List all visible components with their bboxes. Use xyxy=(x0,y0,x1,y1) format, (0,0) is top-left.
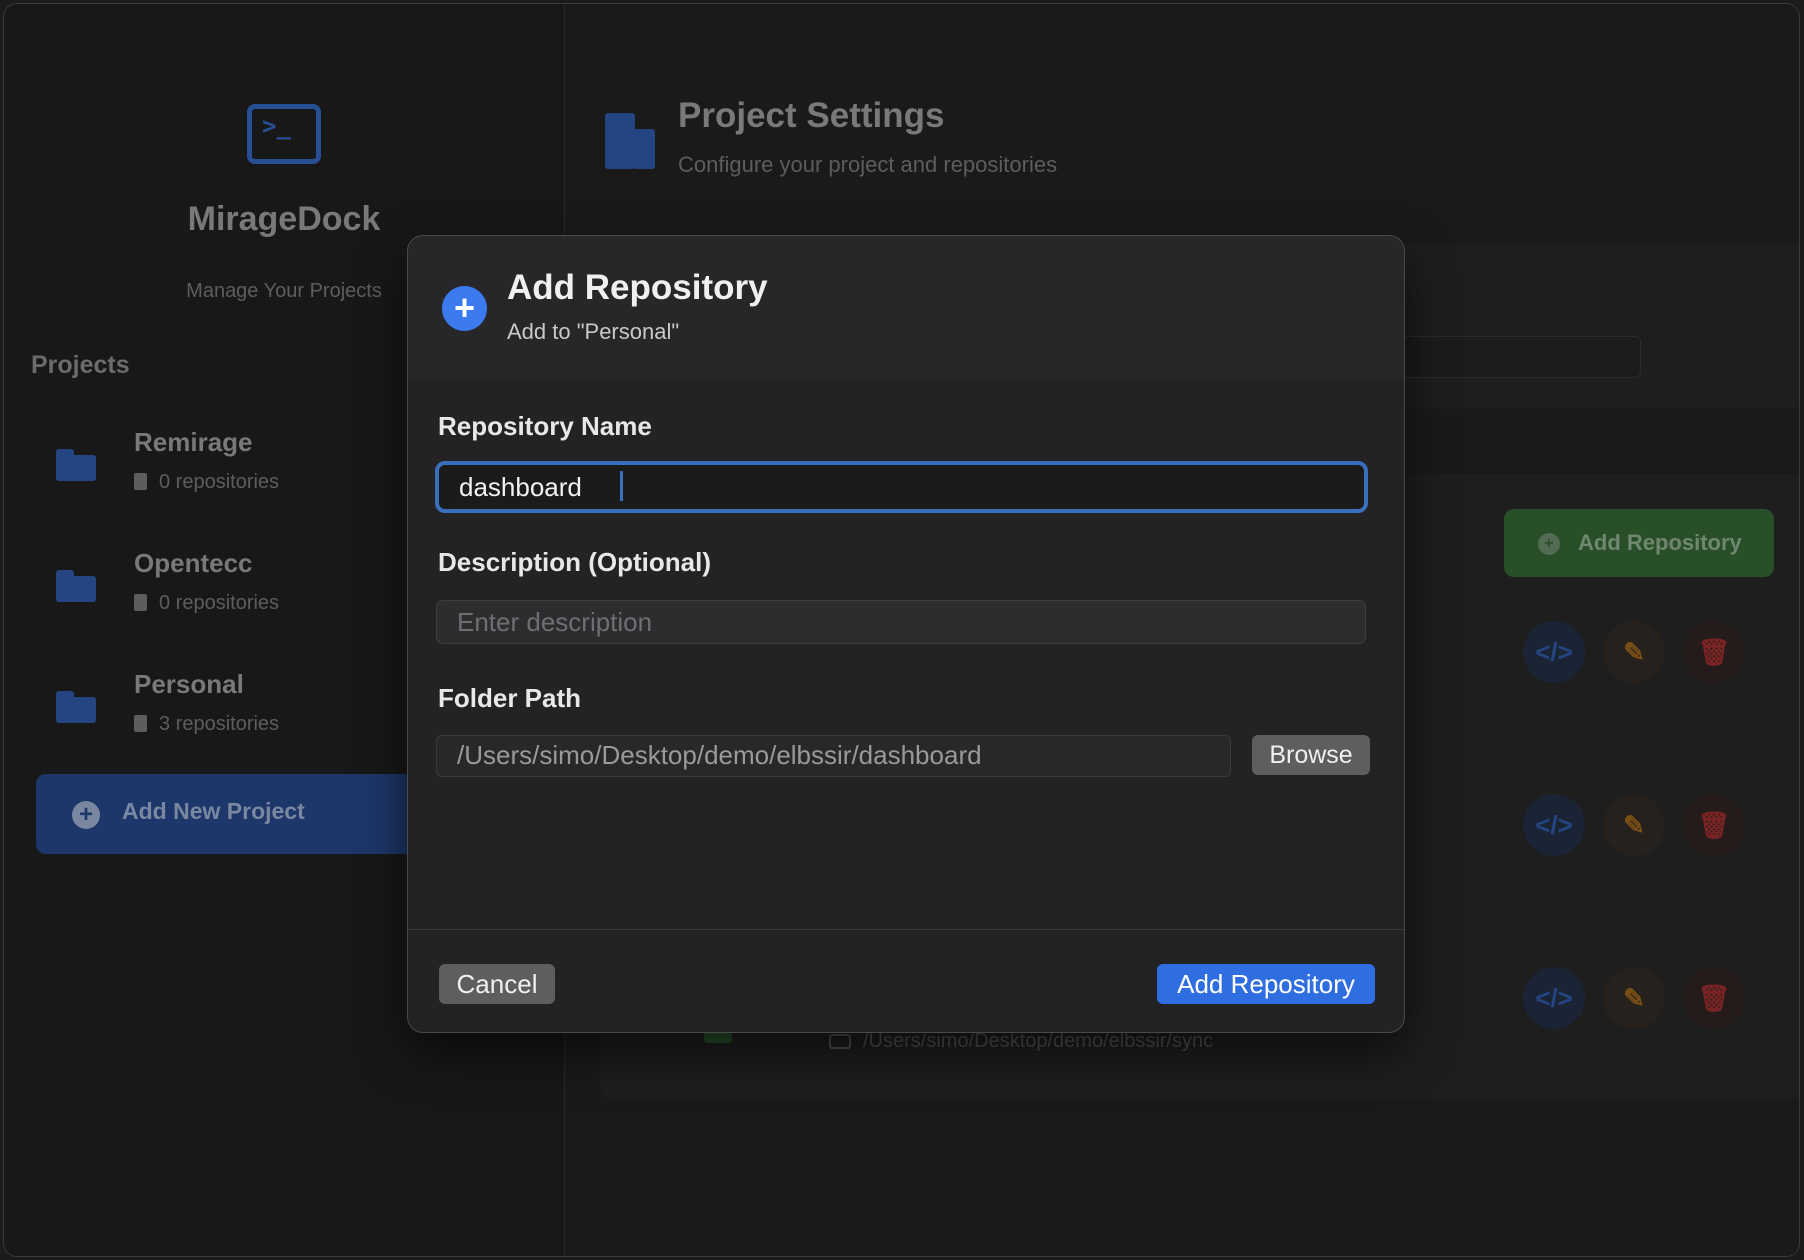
add-repository-dialog: + Add Repository Add to "Personal" Repos… xyxy=(407,235,1405,1033)
cancel-button[interactable]: Cancel xyxy=(439,964,555,1004)
description-field[interactable] xyxy=(436,600,1366,644)
app-window: >_ MirageDock Manage Your Projects Proje… xyxy=(3,3,1800,1257)
dialog-header: + Add Repository Add to "Personal" xyxy=(408,236,1404,379)
description-input[interactable] xyxy=(437,601,1365,643)
dialog-title: Add Repository xyxy=(507,268,768,307)
plus-circle-icon: + xyxy=(442,286,487,331)
folder-path-value: /Users/simo/Desktop/demo/elbssir/dashboa… xyxy=(457,740,982,770)
text-caret xyxy=(620,471,623,501)
dialog-subtitle: Add to "Personal" xyxy=(507,319,680,344)
add-repository-button[interactable]: Add Repository xyxy=(1157,964,1375,1004)
repository-name-input[interactable] xyxy=(439,465,1364,509)
folder-path-label: Folder Path xyxy=(438,683,582,713)
folder-path-field[interactable]: /Users/simo/Desktop/demo/elbssir/dashboa… xyxy=(436,735,1231,777)
dialog-divider xyxy=(408,929,1404,930)
browse-button[interactable]: Browse xyxy=(1252,735,1370,775)
description-label: Description (Optional) xyxy=(438,547,711,577)
repository-name-label: Repository Name xyxy=(438,411,652,441)
repository-name-field[interactable] xyxy=(435,461,1368,513)
